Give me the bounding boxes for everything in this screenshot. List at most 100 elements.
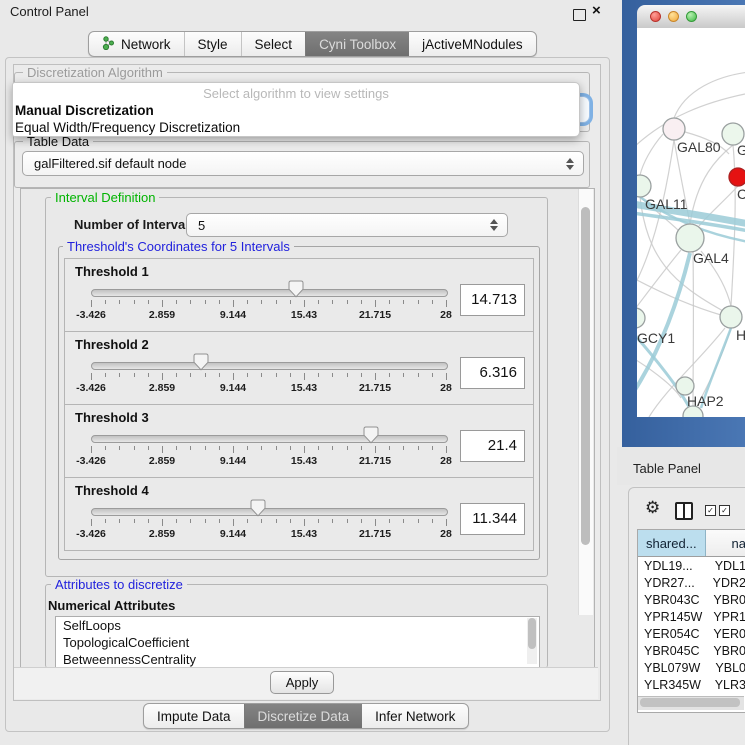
table-row[interactable]: YBL079WYBL0 <box>638 659 745 676</box>
slider-tick <box>375 373 376 380</box>
slider-thumb[interactable] <box>363 426 379 444</box>
tab-select[interactable]: Select <box>241 32 306 56</box>
threshold-value-field[interactable]: 14.713 <box>460 284 525 316</box>
control-panel-window: Control Panel × NetworkStyleSelectCyni T… <box>0 0 745 745</box>
network-node-gal80[interactable] <box>663 118 685 140</box>
list-scrollbar-thumb[interactable] <box>528 618 536 649</box>
zoom-traffic-light-icon[interactable] <box>686 11 697 22</box>
table-row[interactable]: YBR045CYBR0 <box>638 642 745 659</box>
table-row[interactable]: YDR27...YDR2 <box>638 574 745 591</box>
algorithm-option-equal-width-frequency-discretization[interactable]: Equal Width/Frequency Discretization <box>13 119 579 136</box>
slider-thumb[interactable] <box>250 499 266 517</box>
close-icon[interactable]: × <box>592 2 601 19</box>
tab-label: Cyni Toolbox <box>319 37 396 52</box>
tab-jactivemnodules[interactable]: jActiveMNodules <box>409 32 536 56</box>
checkbox-icon[interactable]: ✓ <box>705 505 716 516</box>
network-view-canvas[interactable]: GAL80GACGAL11GAL4GCY1HHAP2 <box>637 28 745 417</box>
numerical-attributes-list[interactable]: SelfLoopsTopologicalCoefficientBetweenne… <box>55 616 540 668</box>
slider-tick <box>304 446 305 453</box>
discretization-algorithm-group-title: Discretization Algorithm <box>23 66 167 80</box>
column-header-name[interactable]: na <box>706 530 745 556</box>
split-columns-icon[interactable] <box>675 502 693 520</box>
table-row[interactable]: YDL19...YDL1 <box>638 557 745 574</box>
slider-tick <box>190 373 191 377</box>
table-row[interactable]: YLR345WYLR3 <box>638 676 745 693</box>
list-item-topologicalcoefficient[interactable]: TopologicalCoefficient <box>56 634 539 651</box>
slider-tick <box>247 519 248 523</box>
cell-name: YDR2 <box>707 576 745 590</box>
slider-tick <box>347 300 348 304</box>
list-item-betweennesscentrality[interactable]: BetweennessCentrality <box>56 651 539 668</box>
table-row[interactable]: YBR043CYBR0 <box>638 591 745 608</box>
slider-tick <box>290 446 291 450</box>
vertical-scrollbar-thumb[interactable] <box>581 207 590 545</box>
tab-infer-network[interactable]: Infer Network <box>362 704 468 728</box>
slider-track[interactable] <box>91 289 448 297</box>
slider-tick <box>347 519 348 523</box>
cell-name: YPR1 <box>707 610 745 624</box>
slider-track[interactable] <box>91 435 448 443</box>
network-node-gal11[interactable] <box>637 175 651 197</box>
list-item-selfloops[interactable]: SelfLoops <box>56 617 539 634</box>
slider-track[interactable] <box>91 508 448 516</box>
tab-style[interactable]: Style <box>184 32 241 56</box>
node-label: C <box>737 186 745 202</box>
algorithm-option-manual-discretization[interactable]: Manual Discretization <box>13 102 579 119</box>
cell-name: YDL1 <box>709 559 745 573</box>
horizontal-scrollbar-thumb[interactable] <box>640 698 740 707</box>
tab-discretize-data[interactable]: Discretize Data <box>244 704 363 728</box>
number-of-intervals-combobox[interactable]: 5 <box>186 213 508 237</box>
slider-tick <box>290 373 291 377</box>
network-node-gal4[interactable] <box>676 224 704 252</box>
slider-tick <box>190 300 191 304</box>
tab-cyni-toolbox[interactable]: Cyni Toolbox <box>305 32 409 56</box>
slider-tick <box>418 373 419 377</box>
network-node-c[interactable] <box>729 168 745 186</box>
slider-tick <box>162 446 163 453</box>
slider-tick <box>105 300 106 304</box>
cell-shared-name: YER054C <box>638 627 707 641</box>
slider-track[interactable] <box>91 362 448 370</box>
slider-tick-label: 2.859 <box>132 455 192 467</box>
threshold-value-field[interactable]: 11.344 <box>460 503 525 535</box>
slider-thumb[interactable] <box>193 353 209 371</box>
slider-tick <box>105 519 106 523</box>
slider-tick <box>446 519 447 526</box>
table-data-combobox-value: galFiltered.sif default node <box>34 156 186 171</box>
slider-tick-label: 2.859 <box>132 382 192 394</box>
slider-tick <box>119 373 120 377</box>
gear-icon[interactable]: ⚙ <box>645 498 660 518</box>
slider-tick <box>432 446 433 450</box>
network-node-gcy1[interactable] <box>637 308 645 328</box>
network-node-h[interactable] <box>720 306 742 328</box>
close-traffic-light-icon[interactable] <box>650 11 661 22</box>
threshold-value-field[interactable]: 21.4 <box>460 430 525 462</box>
slider-tick-label: 9.144 <box>203 309 263 321</box>
threshold-label: Threshold 1 <box>75 264 149 279</box>
slider-tick-label: 2.859 <box>132 309 192 321</box>
apply-button[interactable]: Apply <box>270 671 334 694</box>
slider-tick <box>389 300 390 304</box>
checkbox-icon[interactable]: ✓ <box>719 505 730 516</box>
slider-tick <box>261 373 262 377</box>
slider-tick <box>347 373 348 377</box>
slider-tick <box>318 519 319 523</box>
table-row[interactable]: YPR145WYPR1 <box>638 608 745 625</box>
slider-tick <box>205 519 206 523</box>
table-data-combobox[interactable]: galFiltered.sif default node <box>22 151 584 176</box>
network-window-titlebar[interactable] <box>637 5 745 29</box>
column-header-shared-name[interactable]: shared... <box>638 530 706 556</box>
slider-thumb[interactable] <box>288 280 304 298</box>
threshold-value-field[interactable]: 6.316 <box>460 357 525 389</box>
table-row[interactable]: YER054CYER0 <box>638 625 745 642</box>
slider-tick <box>446 300 447 307</box>
tab-label: Discretize Data <box>258 709 350 724</box>
tab-network[interactable]: Network <box>89 32 184 56</box>
slider-tick <box>205 446 206 450</box>
slider-tick-label: 15.43 <box>274 528 334 540</box>
minimize-traffic-light-icon[interactable] <box>668 11 679 22</box>
tab-impute-data[interactable]: Impute Data <box>144 704 244 728</box>
cyni-mode-tabs: Impute Data Discretize Data Infer Network <box>143 703 469 729</box>
float-window-icon[interactable] <box>573 9 586 21</box>
slider-tick-label: 9.144 <box>203 382 263 394</box>
